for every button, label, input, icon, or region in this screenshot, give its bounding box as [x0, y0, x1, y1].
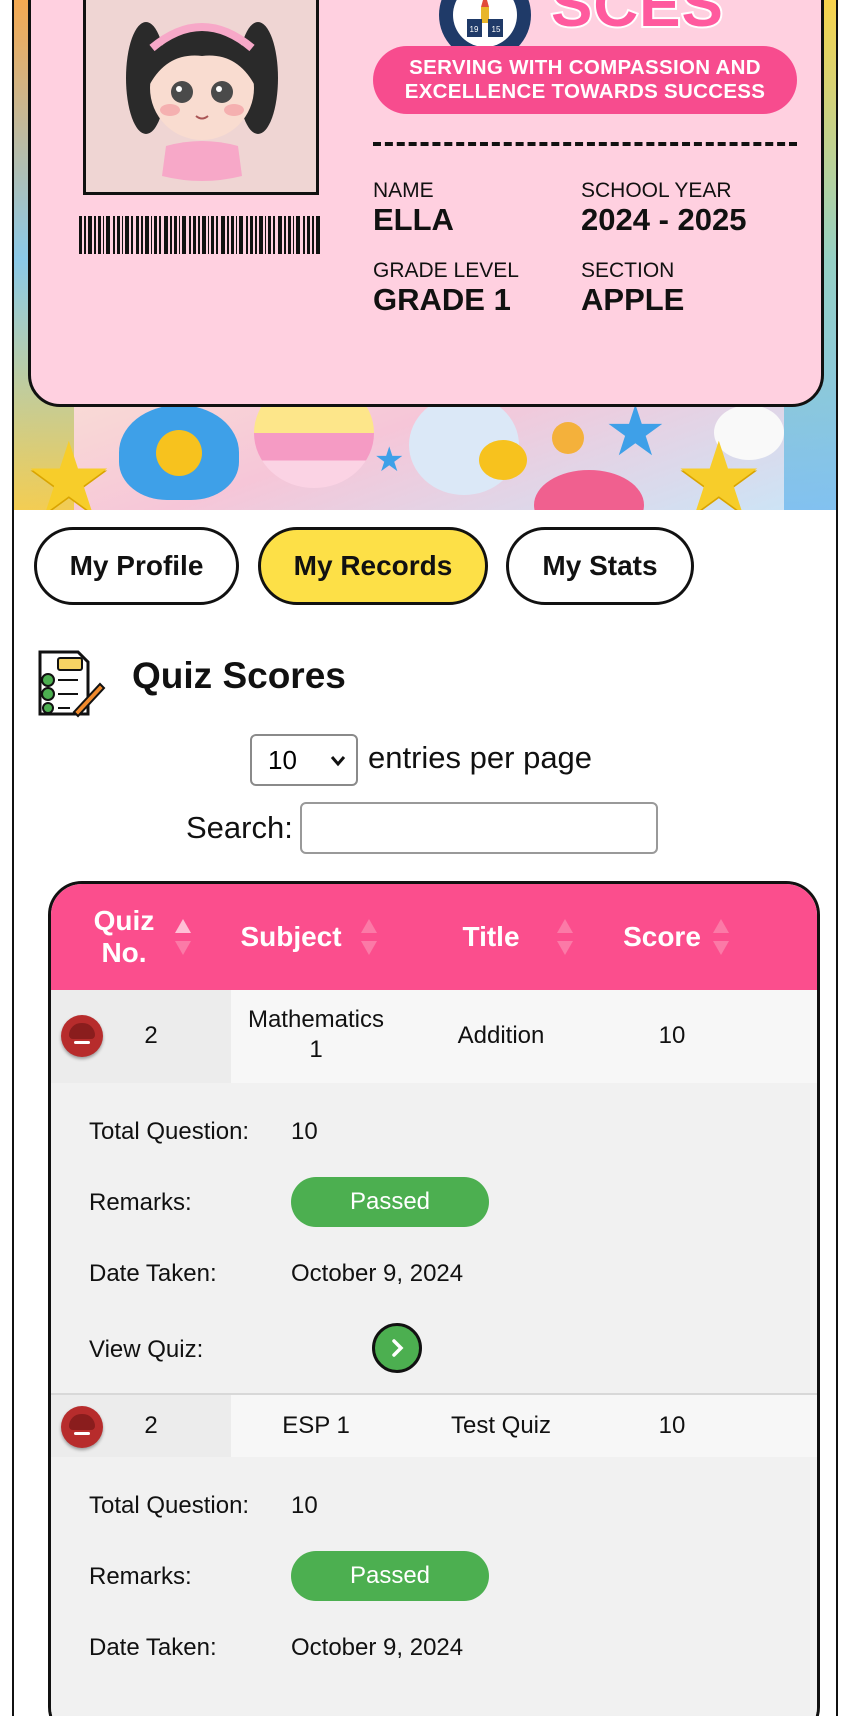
column-title[interactable]: Title	[451, 884, 531, 990]
status-badge: Passed	[291, 1551, 489, 1601]
entries-per-page-label: entries per page	[368, 740, 593, 775]
sort-icon	[557, 919, 573, 955]
cell-quiz-no: 2	[144, 1022, 158, 1049]
star-decoration-icon: ★	[24, 423, 114, 510]
collapse-row-icon[interactable]	[61, 1406, 103, 1448]
column-quiz-no[interactable]: Quiz No.	[87, 884, 161, 990]
tab-my-records[interactable]: My Records	[258, 527, 488, 605]
section-value: APPLE	[581, 282, 685, 317]
cell-subject: Mathematics 1	[247, 1006, 385, 1063]
row-detail: Total Question: 10 Remarks: Passed Date …	[51, 1083, 817, 1393]
total-question-value: 10	[291, 1118, 318, 1145]
cell-quiz-no: 2	[144, 1412, 158, 1439]
section-title-quiz-scores: Quiz Scores	[132, 655, 346, 696]
school-motto-badge: SERVING WITH COMPASSION AND EXCELLENCE T…	[373, 46, 797, 114]
school-brand-title: SCES	[549, 0, 725, 40]
status-badge: Passed	[291, 1177, 489, 1227]
total-question-value: 10	[291, 1492, 318, 1519]
search-input[interactable]	[300, 802, 658, 854]
total-question-label: Total Question:	[89, 1492, 250, 1519]
app-frame: ★ ★ ★ ★ 19 15 SCES SERVING WITH COMPASSI…	[12, 0, 838, 1716]
chevron-down-icon	[330, 746, 346, 782]
total-question-label: Total Question:	[89, 1118, 250, 1145]
column-subject[interactable]: Subject	[240, 884, 341, 990]
cell-score: 10	[658, 1412, 686, 1439]
chevron-right-icon	[392, 1339, 404, 1357]
remarks-label: Remarks:	[89, 1563, 192, 1590]
svg-text:19: 19	[470, 25, 479, 34]
student-id-card: 19 15 SCES SERVING WITH COMPASSION AND E…	[28, 0, 824, 407]
entries-value: 10	[268, 744, 297, 775]
search-label: Search:	[186, 810, 293, 845]
student-name: ELLA	[373, 202, 454, 237]
quiz-checklist-icon	[38, 650, 106, 718]
section-field: SECTION APPLE	[581, 259, 684, 317]
cell-title: Addition	[457, 1022, 545, 1049]
tab-my-profile[interactable]: My Profile	[34, 527, 239, 605]
sort-icon	[175, 919, 191, 955]
name-label: NAME	[373, 179, 434, 202]
cell-subject: ESP 1	[282, 1412, 350, 1439]
table-row[interactable]: 2 Mathematics 1 Addition 10	[51, 990, 817, 1085]
card-divider	[373, 142, 797, 146]
name-field: NAME ELLA	[373, 179, 454, 237]
tab-my-stats[interactable]: My Stats	[506, 527, 694, 605]
date-taken-value: October 9, 2024	[291, 1260, 464, 1287]
sort-icon	[361, 919, 377, 955]
barcode	[79, 216, 320, 254]
remarks-label: Remarks:	[89, 1189, 192, 1216]
collapse-row-icon[interactable]	[61, 1015, 103, 1057]
section-label: SECTION	[581, 259, 675, 282]
student-avatar	[83, 0, 319, 195]
grade-label: GRADE LEVEL	[373, 259, 519, 282]
entries-per-page-select[interactable]: 10	[250, 734, 358, 786]
school-year-value: 2024 - 2025	[581, 202, 747, 237]
table-header: Quiz No. Subject Title Score	[51, 884, 817, 990]
sort-icon	[713, 919, 729, 955]
table-row[interactable]: 2 ESP 1 Test Quiz 10	[51, 1393, 817, 1461]
school-year-label: SCHOOL YEAR	[581, 179, 732, 202]
svg-text:15: 15	[492, 25, 501, 34]
column-score[interactable]: Score	[617, 884, 707, 990]
grade-value: GRADE 1	[373, 282, 511, 317]
row-detail: Total Question: 10 Remarks: Passed Date …	[51, 1457, 817, 1716]
star-decoration-icon: ★	[674, 423, 764, 510]
view-quiz-label: View Quiz:	[89, 1336, 204, 1363]
date-taken-label: Date Taken:	[89, 1634, 217, 1661]
school-year-field: SCHOOL YEAR 2024 - 2025	[581, 179, 746, 237]
cell-title: Test Quiz	[450, 1412, 552, 1439]
view-quiz-button[interactable]	[372, 1323, 422, 1373]
date-taken-value: October 9, 2024	[291, 1634, 464, 1661]
quiz-scores-table: Quiz No. Subject Title Score 2 Mathemati…	[48, 881, 820, 1716]
grade-field: GRADE LEVEL GRADE 1	[373, 259, 519, 317]
date-taken-label: Date Taken:	[89, 1260, 217, 1287]
cell-score: 10	[658, 1022, 686, 1049]
